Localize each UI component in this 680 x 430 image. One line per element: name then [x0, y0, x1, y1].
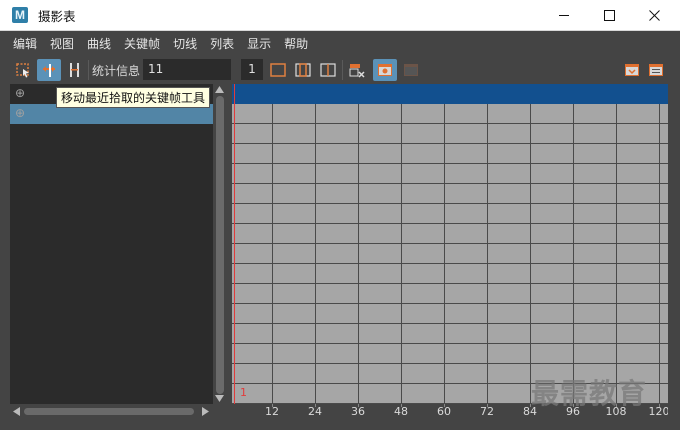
- frame-all-icon: [270, 63, 286, 77]
- scroll-up-icon[interactable]: [215, 86, 224, 93]
- grid-row-line: [232, 303, 668, 304]
- scroll-left-icon[interactable]: [13, 407, 20, 416]
- grid-row-line: [232, 123, 668, 124]
- disabled-view-button: [400, 59, 422, 81]
- grid-row-line: [232, 243, 668, 244]
- close-icon: [648, 10, 660, 21]
- current-frame-label: 1: [240, 386, 247, 399]
- grid-row-line: [232, 203, 668, 204]
- scroll-down-icon[interactable]: [215, 395, 224, 402]
- move-nearest-key-icon: [43, 64, 55, 77]
- frame-selection-icon: [320, 63, 336, 77]
- tick-label: 120: [648, 405, 670, 418]
- menu-edit[interactable]: 编辑: [13, 35, 37, 52]
- tick-label: 36: [351, 405, 365, 418]
- grid-column-line: [444, 104, 445, 404]
- grid-row-line: [232, 363, 668, 364]
- grid-row-line: [232, 343, 668, 344]
- current-frame-field[interactable]: 1: [241, 59, 263, 80]
- menu-view[interactable]: 视图: [50, 35, 74, 52]
- frame-all-button[interactable]: [267, 59, 289, 81]
- maximize-button[interactable]: [586, 0, 632, 31]
- grid-row-line: [232, 163, 668, 164]
- frame-selection-button[interactable]: [317, 59, 339, 81]
- right-edge: [668, 84, 680, 430]
- move-nearest-key-button[interactable]: [37, 59, 61, 81]
- view-camera-button[interactable]: [373, 59, 397, 81]
- stats-field[interactable]: 11: [143, 59, 231, 80]
- menu-curves[interactable]: 曲线: [87, 35, 111, 52]
- grid-column-line: [573, 104, 574, 404]
- toolbar: 统计信息 11 1: [0, 56, 680, 84]
- tooltip: 移动最近拾取的关键帧工具: [56, 87, 211, 108]
- minimize-icon: [558, 15, 569, 16]
- tick-label: 60: [437, 405, 451, 418]
- outliner-horizontal-scrollbar[interactable]: [10, 404, 213, 418]
- grid-column-line: [616, 104, 617, 404]
- delete-key-icon: [349, 64, 365, 78]
- expand-icon[interactable]: ⊕: [15, 86, 25, 100]
- menu-keys[interactable]: 关键帧: [124, 35, 160, 52]
- grid-row-line: [232, 223, 668, 224]
- menu-tangents[interactable]: 切线: [173, 35, 197, 52]
- grid-row-line: [232, 283, 668, 284]
- watermark-text: 最需教育: [531, 377, 648, 410]
- outliner-panel: ⊕ ⊕: [10, 84, 213, 404]
- grid-column-line: [358, 104, 359, 404]
- horizontal-scroll-thumb[interactable]: [24, 408, 194, 415]
- title-bar: M 摄影表: [0, 0, 680, 31]
- grid-column-line: [272, 104, 273, 404]
- expand-icon[interactable]: ⊕: [15, 106, 25, 120]
- dope-sheet-grid[interactable]: 1 12 24 36 48 60 72 84 96 108 120: [232, 84, 670, 418]
- grid-row-line: [232, 143, 668, 144]
- delete-key-button[interactable]: [346, 59, 368, 81]
- select-key-icon: [16, 63, 29, 78]
- outliner-icon: [649, 64, 663, 76]
- outliner-vertical-scrollbar[interactable]: [213, 84, 226, 404]
- channel-box-icon: [625, 64, 639, 76]
- channel-box-button[interactable]: [621, 59, 643, 81]
- window-title: 摄影表: [38, 8, 76, 24]
- bottom-edge: [0, 418, 680, 430]
- maya-app-icon: M: [12, 7, 28, 23]
- menu-show[interactable]: 显示: [247, 35, 271, 52]
- toolbar-separator: [88, 60, 89, 80]
- tick-label: 24: [308, 405, 322, 418]
- tick-label: 48: [394, 405, 408, 418]
- grid-column-line: [659, 104, 660, 404]
- grid-column-line: [530, 104, 531, 404]
- grid-row-line: [232, 183, 668, 184]
- grid-column-line: [401, 104, 402, 404]
- insert-keys-icon: [70, 63, 79, 77]
- menu-help[interactable]: 帮助: [284, 35, 308, 52]
- frame-range-icon: [295, 63, 311, 77]
- grid-column-line: [315, 104, 316, 404]
- vertical-scroll-thumb[interactable]: [216, 96, 224, 394]
- view-camera-icon: [378, 64, 392, 76]
- stats-label: 统计信息: [92, 64, 141, 78]
- grid-row-line: [232, 263, 668, 264]
- summary-row[interactable]: [232, 84, 668, 104]
- grid-body[interactable]: [232, 104, 668, 404]
- disabled-view-icon: [404, 64, 418, 76]
- insert-keys-button[interactable]: [64, 59, 86, 81]
- current-time-indicator[interactable]: [234, 84, 235, 418]
- frame-range-button[interactable]: [292, 59, 314, 81]
- select-key-button[interactable]: [12, 59, 34, 81]
- minimize-button[interactable]: [541, 0, 587, 31]
- menu-list[interactable]: 列表: [210, 35, 234, 52]
- outliner-button[interactable]: [645, 59, 667, 81]
- close-button[interactable]: [631, 0, 677, 31]
- maximize-icon: [603, 10, 615, 21]
- menu-bar: 编辑 视图 曲线 关键帧 切线 列表 显示 帮助: [0, 31, 680, 56]
- tick-label: 72: [480, 405, 494, 418]
- tick-label: 12: [265, 405, 279, 418]
- scroll-right-icon[interactable]: [202, 407, 209, 416]
- toolbar-separator: [342, 60, 343, 80]
- grid-row-line: [232, 323, 668, 324]
- grid-column-line: [487, 104, 488, 404]
